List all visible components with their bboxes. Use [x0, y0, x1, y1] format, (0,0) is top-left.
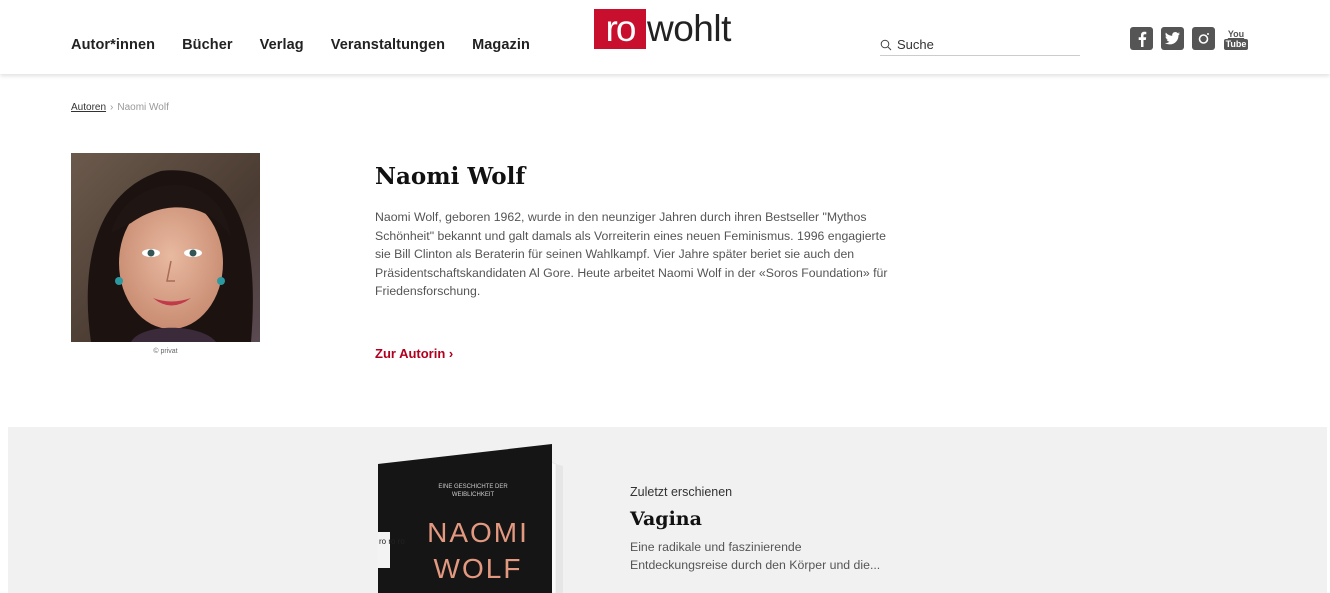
breadcrumb: Autoren › Naomi Wolf	[71, 102, 169, 113]
breadcrumb-parent[interactable]: Autoren	[71, 102, 106, 113]
rowohlt-logo[interactable]: ro wohlt	[594, 9, 731, 49]
facebook-icon[interactable]	[1130, 27, 1153, 50]
logo-ro: ro	[594, 9, 646, 49]
cover-subtitle-line1: EINE GESCHICHTE DER	[438, 484, 508, 490]
social-links: You Tube	[1130, 27, 1249, 53]
cover-publisher-mark: ro ro ro	[379, 537, 405, 546]
logo-wohlt: wohlt	[647, 8, 731, 49]
nav-item-veranstaltungen[interactable]: Veranstaltungen	[331, 37, 445, 53]
search-input[interactable]	[897, 37, 1067, 52]
author-bio: Naomi Wolf, geboren 1962, wurde in den n…	[375, 210, 888, 298]
book-section-label: Zuletzt erschienen	[630, 485, 733, 499]
author-link[interactable]: Zur Autorin ›	[375, 346, 453, 361]
author-portrait	[71, 153, 260, 342]
photo-credit: © privat	[153, 348, 178, 355]
nav-item-verlag[interactable]: Verlag	[260, 37, 304, 53]
author-name: Naomi Wolf	[375, 163, 526, 190]
nav-item-magazin[interactable]: Magazin	[472, 37, 530, 53]
book-cover[interactable]: EINE GESCHICHTE DER WEIBLICHKEIT NAOMI W…	[378, 444, 578, 593]
instagram-icon[interactable]	[1192, 27, 1215, 50]
book-description: Eine radikale und faszinierende Entdecku…	[630, 540, 881, 572]
site-header: Autor*innen Bücher Verlag Veranstaltunge…	[0, 0, 1330, 74]
nav-item-buecher[interactable]: Bücher	[182, 37, 233, 53]
book-title[interactable]: Vagina	[630, 508, 702, 530]
cover-subtitle-line2: WEIBLICHKEIT	[452, 492, 495, 498]
cover-author-line1: NAOMI	[427, 517, 529, 548]
main-nav: Autor*innen Bücher Verlag Veranstaltunge…	[71, 37, 557, 53]
search-box	[880, 34, 1080, 56]
cover-author-line2: WOLF	[434, 553, 523, 584]
youtube-label-top: You	[1227, 29, 1245, 39]
search-icon[interactable]	[880, 39, 892, 51]
nav-item-autorinnen[interactable]: Autor*innen	[71, 37, 155, 53]
breadcrumb-separator: ›	[110, 102, 114, 113]
youtube-icon[interactable]: You Tube	[1223, 27, 1249, 53]
youtube-label-bottom: Tube	[1223, 39, 1249, 50]
breadcrumb-current: Naomi Wolf	[117, 102, 169, 113]
twitter-icon[interactable]	[1161, 27, 1184, 50]
